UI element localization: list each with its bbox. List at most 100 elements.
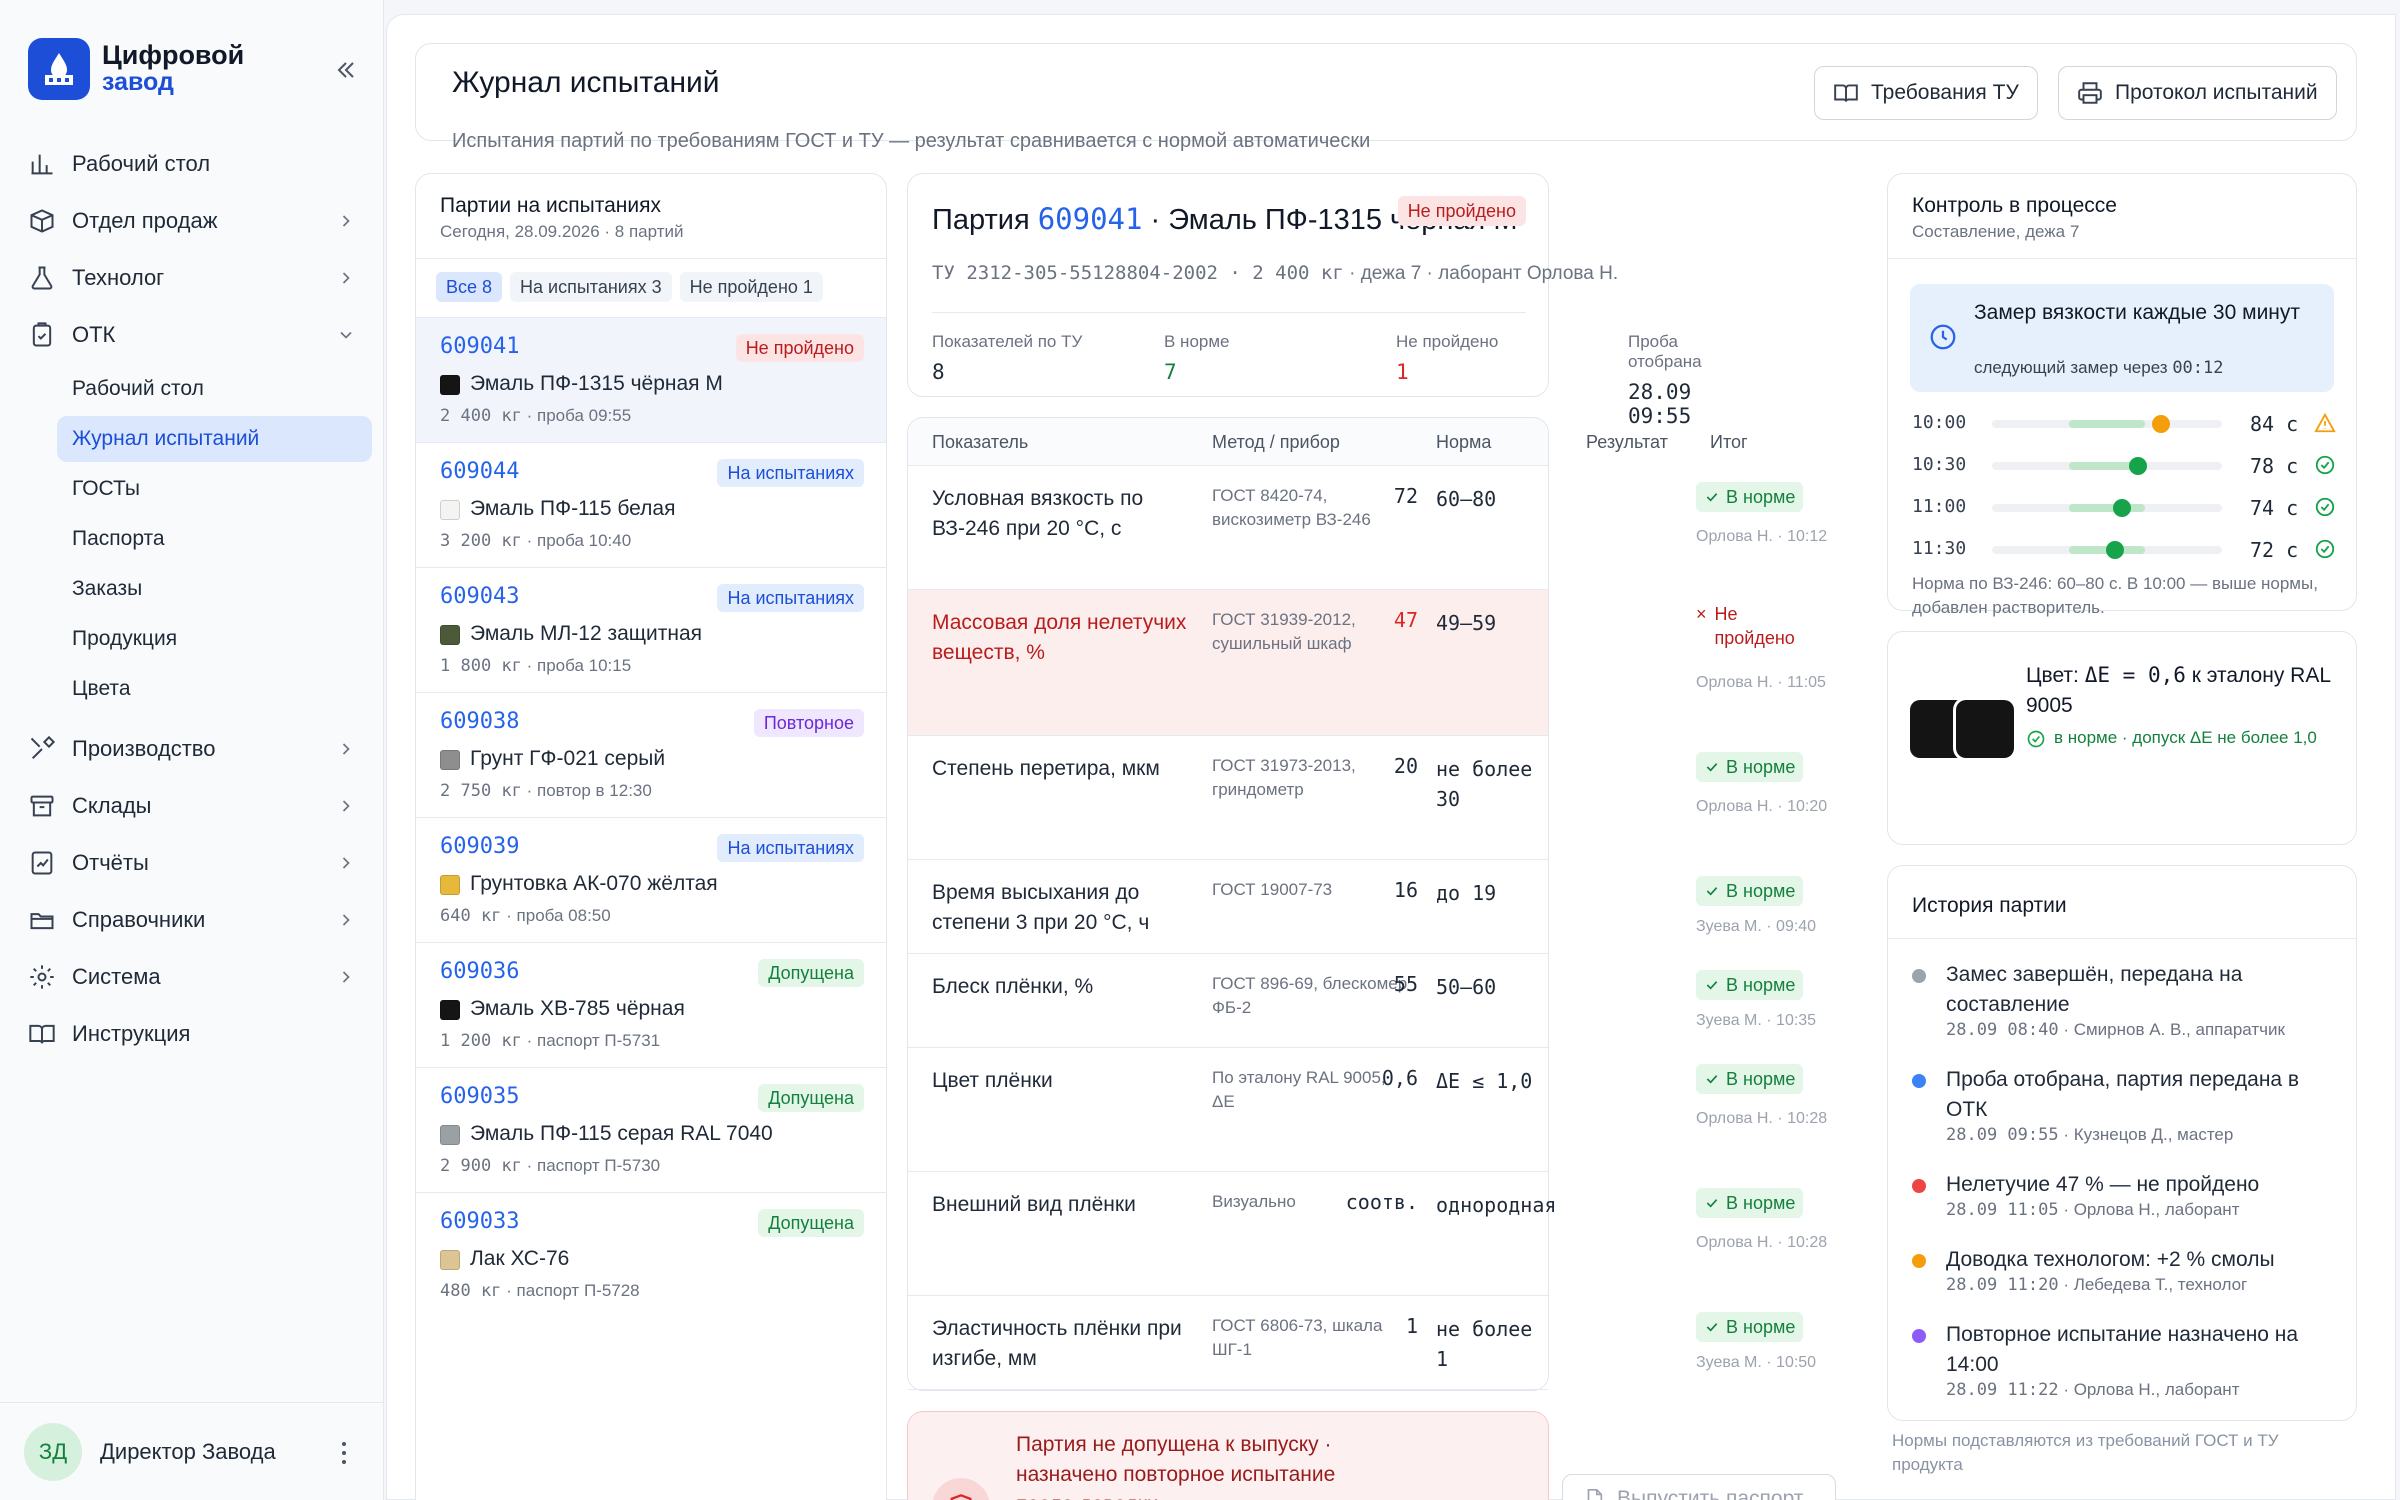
color-swatch <box>440 375 460 395</box>
verdict-badge: × Не пройдено <box>1696 602 1806 650</box>
param-result: 16 <box>1393 878 1418 902</box>
kpi-0: Показателей по ТУ 8 <box>932 332 1082 384</box>
app-name-line1: Цифровой <box>102 40 245 70</box>
document-icon <box>1587 1489 1603 1500</box>
batch-meta-text: · повтор в 12:30 <box>521 781 652 800</box>
subnav-item-4[interactable]: Заказы <box>57 566 372 612</box>
filter-failed[interactable]: Не пройдено 1 <box>679 272 823 302</box>
sidebar-item-9[interactable]: Инструкция <box>26 1012 368 1056</box>
measure-marker <box>2151 415 2170 433</box>
batch-product-name: Эмаль ПФ-1315 чёрная М <box>470 372 723 395</box>
sidebar-item-7[interactable]: Справочники <box>26 898 368 942</box>
measure-time: 11:30 <box>1912 538 1967 559</box>
param-result: 72 <box>1393 484 1418 508</box>
filter-all[interactable]: Все 8 <box>436 272 503 302</box>
batch-list-item[interactable]: 609039 На испытаниях Грунтовка АК-070 жёлт… <box>416 817 886 942</box>
measure-unit: с <box>2286 538 2299 562</box>
measure-value: 84 с <box>2250 412 2310 436</box>
batch-meta: 1 200 кг · паспорт П-5731 <box>440 1031 660 1051</box>
sidebar-item-6[interactable]: Отчёты <box>26 841 368 885</box>
batch-number[interactable]: 609041 <box>1038 202 1143 236</box>
subnav-item-5[interactable]: Продукция <box>57 616 372 662</box>
subnav-item-2[interactable]: ГОСТы <box>57 466 372 512</box>
user-bar: ЗД Директор Завода <box>0 1402 384 1500</box>
sidebar-item-0[interactable]: Рабочий стол <box>26 142 368 186</box>
requirements-button[interactable]: Требования ТУ <box>1814 66 2038 120</box>
color-swatch <box>440 625 460 645</box>
sidebar-item-8[interactable]: Система <box>26 955 368 999</box>
sidebar-item-5[interactable]: Склады <box>26 784 368 828</box>
batch-list-item[interactable]: 609043 На испытаниях Эмаль МЛ-12 защитная 1… <box>416 567 886 692</box>
measure-number: 72 <box>2250 538 2275 562</box>
tested-by: Орлова Н. · 10:20 <box>1696 798 1828 815</box>
batch-list-item[interactable]: 609038 Повторное Грунт ГФ-021 серый 2 750 к… <box>416 692 886 817</box>
batch-list-item[interactable]: 609041 Не пройдено Эмаль ПФ-1315 чёрная М 2… <box>416 317 886 442</box>
batch-list-item[interactable]: 609035 Допущена Эмаль ПФ-115 серая RAL 704… <box>416 1067 886 1192</box>
measure-time: 10:00 <box>1912 412 1967 433</box>
sidebar-item-label: Инструкция <box>72 1021 191 1046</box>
batch-status-badge: Не пройдено <box>735 334 864 362</box>
subnav-item-1[interactable]: Журнал испытаний <box>57 416 372 462</box>
color-swatch <box>440 1125 460 1145</box>
sidebar-item-label: ОТК <box>72 322 116 347</box>
issue-passport-button[interactable]: Выпустить паспорт <box>1562 1474 1836 1500</box>
app-logo[interactable]: Цифровой завод <box>28 38 244 100</box>
event-author: · Орлова Н., лаборант <box>2058 1380 2240 1399</box>
batch-meta-text: · проба 10:40 <box>521 531 632 550</box>
measure-number: 84 <box>2250 412 2275 436</box>
sidebar-item-2[interactable]: Технолог <box>26 256 368 300</box>
tested-by: Орлова Н. · 10:28 <box>1696 1110 1828 1127</box>
sidebar-item-1[interactable]: Отдел продаж <box>26 199 368 243</box>
batch-list-item[interactable]: 609044 На испытаниях Эмаль ПФ-115 белая 3 2… <box>416 442 886 567</box>
requirements-button-label: Требования ТУ <box>1871 81 2019 104</box>
batch-number: 609044 <box>440 459 520 484</box>
event-dot <box>1912 1074 1926 1088</box>
filter-testing[interactable]: На испытаниях 3 <box>510 272 672 302</box>
collapse-sidebar-icon[interactable] <box>330 54 362 86</box>
event-author: · Лебедева Т., технолог <box>2058 1275 2248 1294</box>
batch-spec-rest: · дежа 7 · лаборант Орлова Н. <box>1343 263 1619 284</box>
printer-icon <box>2078 82 2102 104</box>
check-icon <box>1706 1199 1718 1208</box>
batch-meta: 3 200 кг · проба 10:40 <box>440 531 631 551</box>
batch-meta: 640 кг · проба 08:50 <box>440 906 611 926</box>
subnav-item-6[interactable]: Цвета <box>57 666 372 712</box>
sidebar-item-3[interactable]: ОТК <box>26 313 368 357</box>
kpi-1: В норме 7 <box>1164 332 1230 384</box>
chevron-right-icon <box>336 739 356 759</box>
param-norm: до 19 <box>1436 881 1497 905</box>
batch-list-item[interactable]: 609036 Допущена Эмаль ХВ-785 чёрная 1 200 к… <box>416 942 886 1067</box>
user-name: Директор Завода <box>100 1438 276 1464</box>
avatar[interactable]: ЗД <box>24 1422 82 1481</box>
check-icon <box>1706 981 1718 990</box>
batch-status-badge: Допущена <box>758 1084 864 1112</box>
protocol-button[interactable]: Протокол испытаний <box>2058 66 2337 120</box>
measure-unit: с <box>2286 412 2299 436</box>
param-norm: не более 1 <box>1436 1317 1533 1371</box>
more-vertical-icon[interactable] <box>334 1439 354 1467</box>
batch-list-subtitle: Сегодня, 28.09.2026 · 8 партий <box>440 222 684 241</box>
event-text: Нелетучие 47 % — не пройдено <box>1946 1173 2260 1196</box>
batch-number: 609033 <box>440 1209 520 1234</box>
color-swatch <box>440 500 460 520</box>
measure-marker <box>2128 457 2147 475</box>
chart-bars-icon <box>26 148 58 180</box>
param-norm: не более 30 <box>1436 757 1533 811</box>
divider <box>416 258 886 259</box>
subnav-item-0[interactable]: Рабочий стол <box>57 366 372 412</box>
sidebar-item-4[interactable]: Производство <box>26 727 368 771</box>
subnav-item-3[interactable]: Паспорта <box>57 516 372 562</box>
measure-track <box>1992 541 2222 559</box>
verdict-label: Не пройдено <box>1714 604 1795 648</box>
param-result: 1 <box>1405 1314 1418 1338</box>
batch-product-name: Эмаль ХВ-785 чёрная <box>470 997 685 1020</box>
app-name-line2: завод <box>102 68 174 96</box>
event-time: 28.09 11:22 <box>1946 1380 2059 1400</box>
process-note: Норма по ВЗ-246: 60–80 с. В 10:00 — выше… <box>1912 574 2318 617</box>
batch-list-item[interactable]: 609033 Допущена Лак ХС-76 480 кг · паспорт … <box>416 1192 886 1317</box>
measure-track <box>1992 499 2222 517</box>
event-meta: 28.09 11:22 · Орлова Н., лаборант <box>1946 1380 2239 1400</box>
check-icon <box>1706 1323 1718 1332</box>
batch-weight: 480 кг <box>440 1281 502 1301</box>
event-text: Повторное испытание назначено на 14:00 <box>1946 1323 2299 1376</box>
